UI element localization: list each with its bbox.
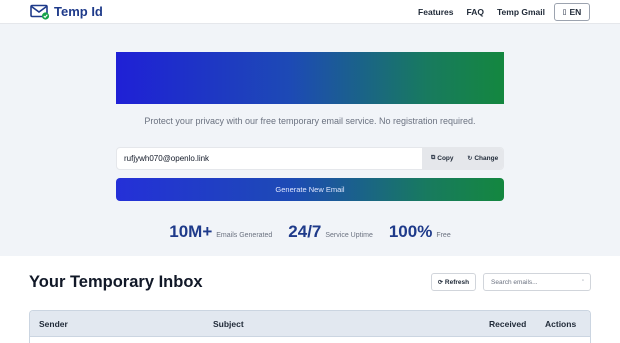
- refresh-label: Refresh: [444, 278, 470, 286]
- search-box: ▫: [483, 273, 591, 291]
- stat-label: Emails Generated: [216, 232, 273, 239]
- generate-email-button[interactable]: Generate New Email: [116, 178, 504, 201]
- column-header-received: Received: [489, 319, 527, 329]
- stat-value: 24/7: [288, 222, 322, 241]
- refresh-icon: ⟳: [437, 279, 443, 286]
- change-label: Change: [474, 155, 499, 162]
- language-label: EN: [569, 7, 582, 17]
- email-address-box: ⧉ Copy ↻ Change: [116, 147, 504, 170]
- flag-icon: ▯: [562, 9, 567, 16]
- top-navbar: Temp Id Features FAQ Temp Gmail ▯ EN: [0, 0, 620, 24]
- refresh-icon: ↻: [467, 156, 473, 162]
- nav-link-faq[interactable]: FAQ: [466, 3, 483, 21]
- language-selector[interactable]: ▯ EN: [554, 3, 590, 21]
- envelope-check-icon: [30, 4, 50, 20]
- stat-emails-generated: 10M+ Emails Generated: [169, 222, 272, 242]
- stats-row: 10M+ Emails Generated 24/7 Service Uptim…: [0, 222, 620, 242]
- table-header: Sender Subject Received Actions: [30, 311, 590, 337]
- stat-label: Service Uptime: [325, 232, 373, 239]
- stat-value: 100%: [388, 222, 433, 241]
- hero-tagline: Protect your privacy with our free tempo…: [144, 116, 476, 126]
- search-icon: ▫: [581, 278, 584, 284]
- stat-label: Free: [436, 232, 451, 239]
- nav-link-temp-gmail[interactable]: Temp Gmail: [497, 3, 545, 21]
- brand-name: Temp Id: [54, 4, 103, 19]
- stat-value: 10M+: [169, 222, 213, 241]
- hero-banner: [116, 52, 504, 104]
- nav-link-features[interactable]: Features: [418, 3, 453, 21]
- column-header-sender: Sender: [39, 319, 68, 329]
- main-nav: Features FAQ Temp Gmail ▯ EN: [405, 3, 590, 21]
- inbox-title: Your Temporary Inbox: [29, 273, 203, 291]
- copy-button[interactable]: ⧉ Copy: [422, 148, 463, 169]
- email-actions: ⧉ Copy ↻ Change: [422, 148, 503, 169]
- stat-service-uptime: 24/7 Service Uptime: [288, 222, 373, 242]
- search-input[interactable]: [484, 274, 576, 290]
- copy-icon: ⧉: [430, 155, 436, 161]
- stat-free: 100% Free: [389, 222, 451, 242]
- refresh-button[interactable]: ⟳ Refresh: [431, 273, 476, 291]
- change-button[interactable]: ↻ Change: [463, 148, 504, 169]
- email-address-field[interactable]: [117, 148, 423, 169]
- column-header-actions: Actions: [545, 319, 577, 329]
- column-header-subject: Subject: [213, 319, 244, 329]
- inbox-table: Sender Subject Received Actions: [29, 310, 591, 343]
- copy-label: Copy: [437, 155, 454, 162]
- brand-logo-link[interactable]: Temp Id: [30, 4, 103, 20]
